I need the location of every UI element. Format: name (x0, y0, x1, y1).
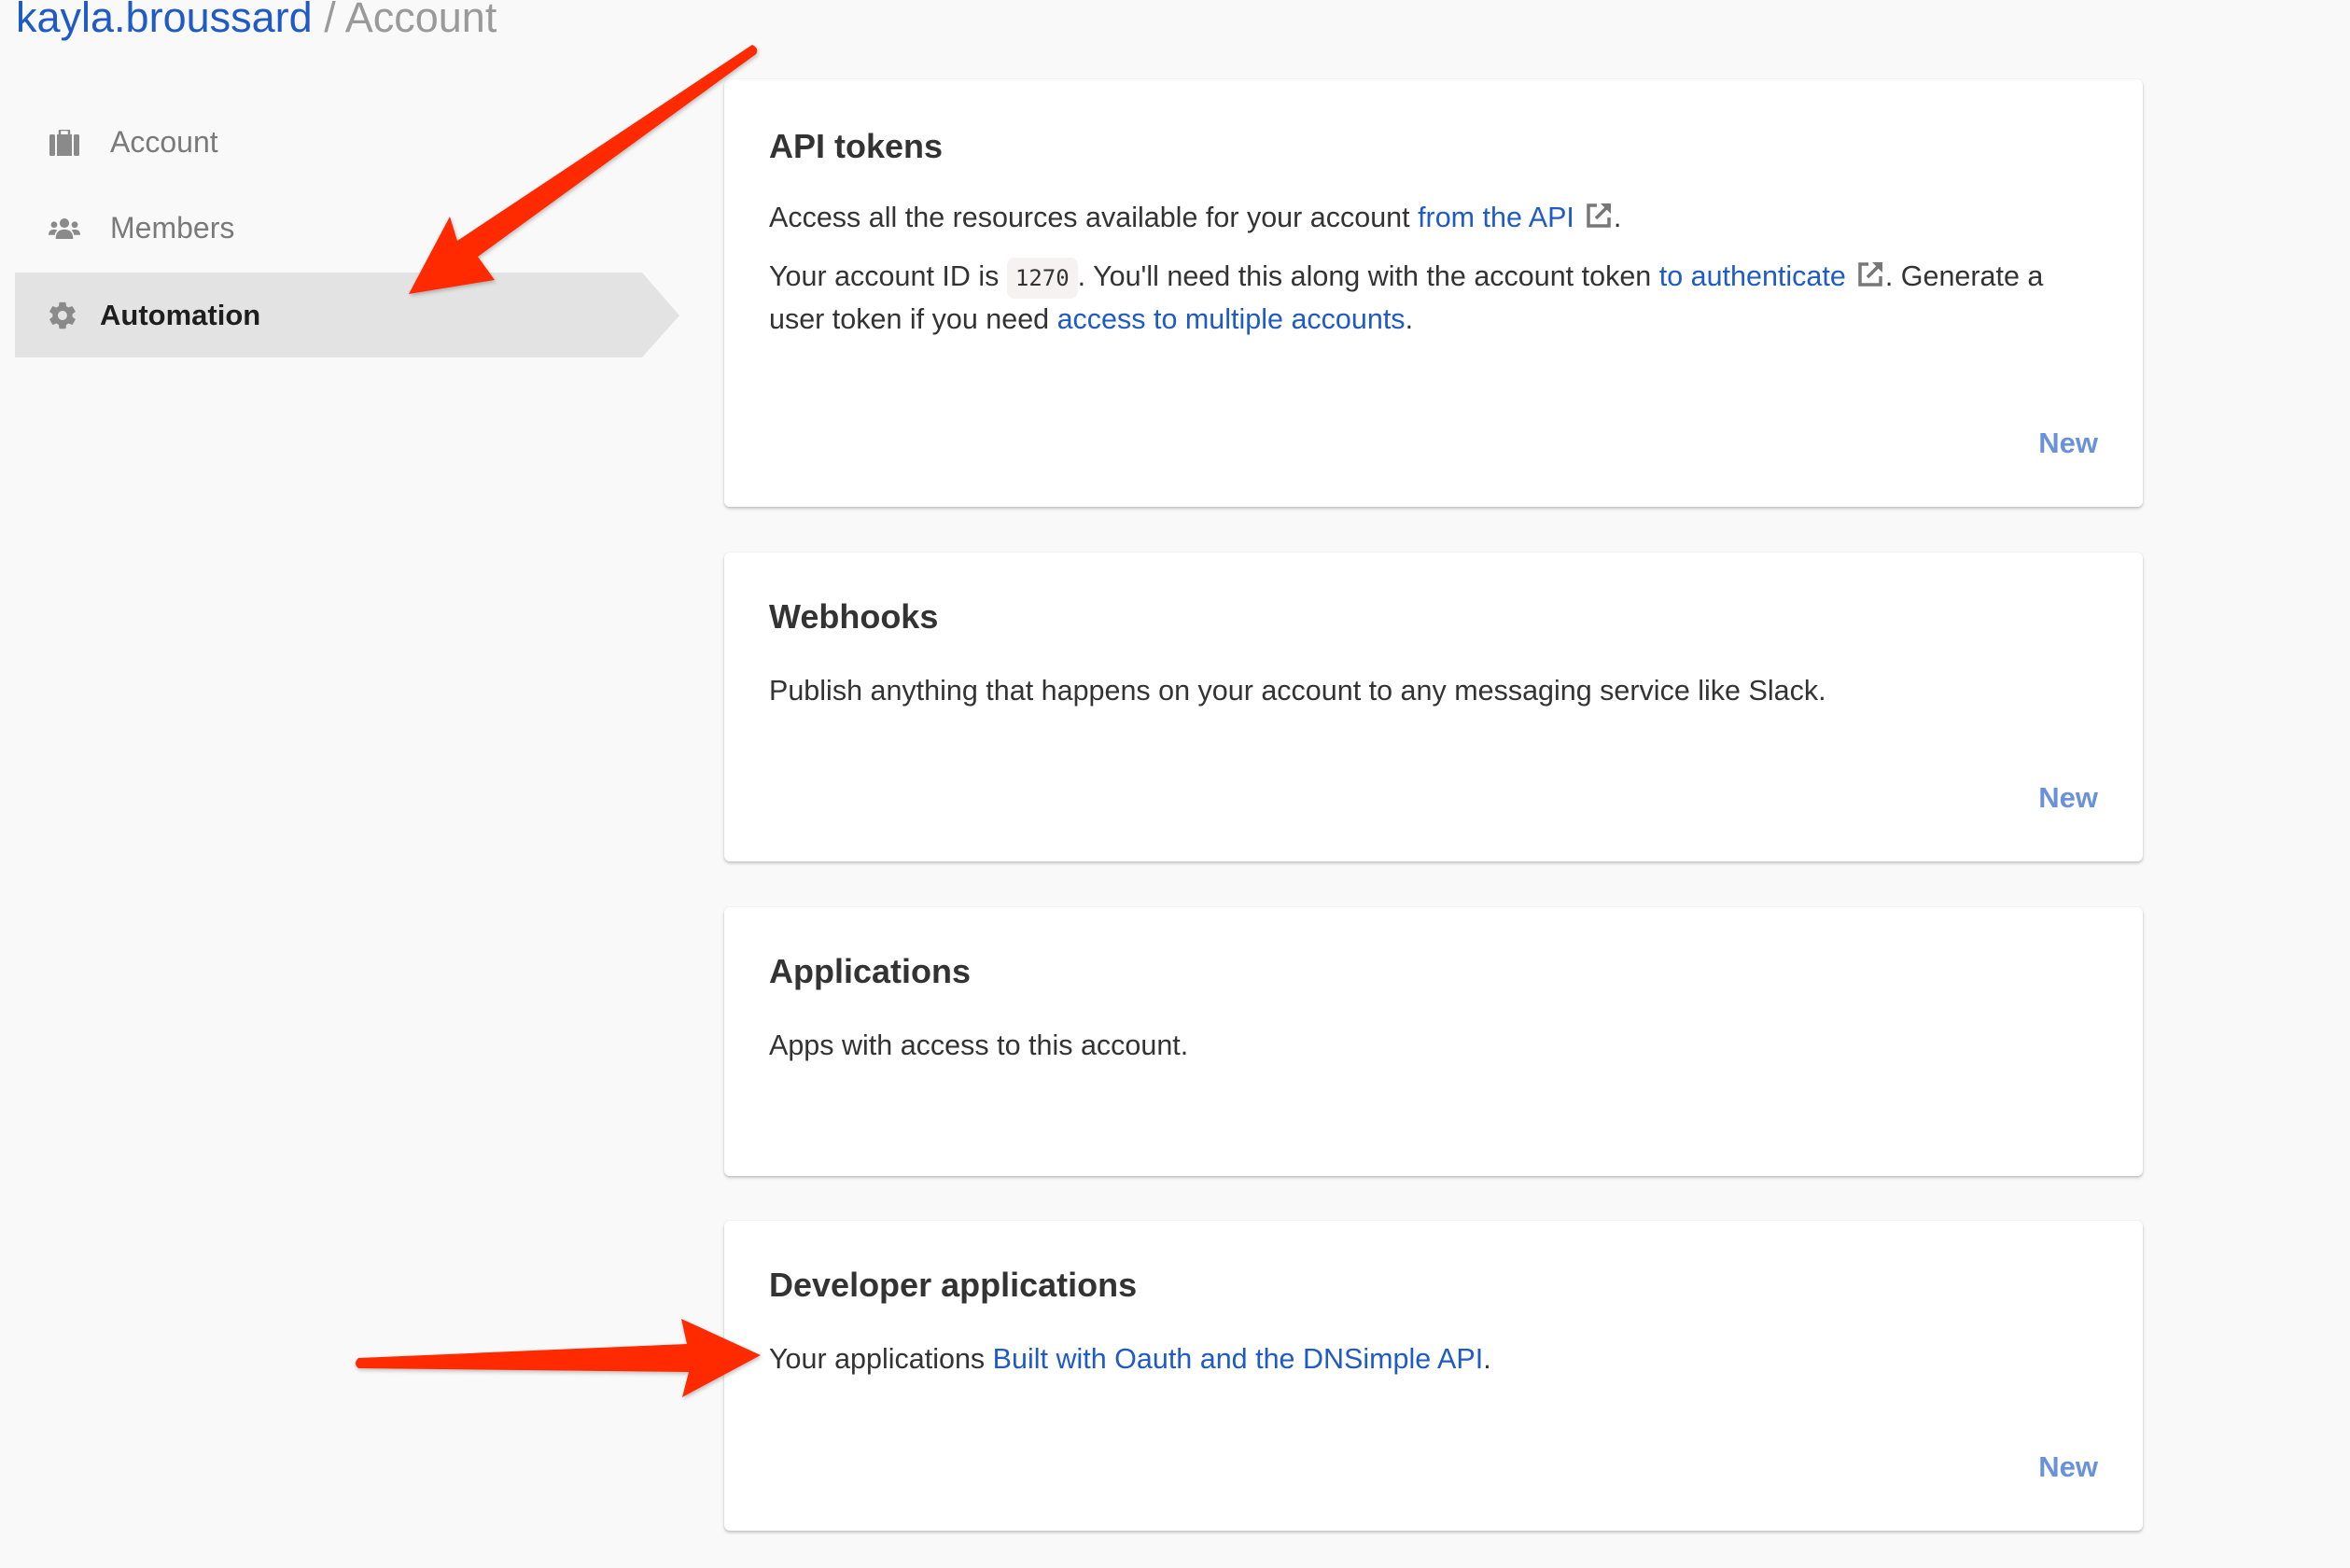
text: Access all the resources available for y… (769, 202, 1419, 233)
applications-card: Applications Apps with access to this ac… (724, 907, 2143, 1176)
card-title: API tokens (769, 127, 944, 165)
briefcase-icon (49, 127, 80, 159)
card-title: Developer applications (769, 1266, 1138, 1304)
new-developer-application-button[interactable]: New (2038, 1450, 2098, 1484)
text: Your applications (769, 1343, 993, 1375)
account-id-code: 1270 (1006, 258, 1078, 299)
api-tokens-card: API tokens Access all the resources avai… (724, 79, 2143, 507)
new-webhook-button[interactable]: New (2038, 781, 2098, 815)
text: . (1613, 202, 1622, 233)
developer-applications-card: Developer applications Your applications… (724, 1221, 2143, 1531)
developer-applications-description: Your applications Built with Oauth and t… (769, 1338, 2098, 1379)
card-description: Apps with access to this account. (769, 1025, 2098, 1084)
card-title: Webhooks (769, 597, 939, 636)
card-title: Applications (769, 952, 972, 990)
text: . (1483, 1343, 1491, 1375)
external-link-icon (1584, 201, 1614, 231)
webhooks-card: Webhooks Publish anything that happens o… (724, 553, 2143, 861)
sidebar-item-account[interactable]: Account (15, 100, 679, 185)
breadcrumb: kayla.broussard / Account (16, 0, 497, 43)
text: . You'll need this along with the accoun… (1077, 260, 1659, 292)
sidebar-item-label: Automation (100, 298, 261, 331)
text: Your account ID is (769, 260, 1007, 292)
oauth-dnsimple-api-link[interactable]: Built with Oauth and the DNSimple API (993, 1343, 1484, 1375)
access-multiple-accounts-link[interactable]: access to multiple accounts (1057, 303, 1406, 335)
sidebar-item-label: Members (110, 211, 235, 245)
sidebar-item-automation[interactable]: Automation (15, 273, 679, 357)
api-access-paragraph: Access all the resources available for y… (769, 197, 2098, 238)
sidebar-item-label: Account (110, 125, 218, 159)
applications-description: Apps with access to this account. (769, 1029, 1189, 1061)
sidebar-item-members[interactable]: Members (15, 186, 679, 271)
from-the-api-link[interactable]: from the API (1418, 202, 1574, 233)
account-id-paragraph: Your account ID is 1270. You'll need thi… (769, 256, 2098, 340)
card-description: Access all the resources available for y… (769, 197, 2098, 357)
webhooks-description: Publish anything that happens on your ac… (769, 675, 1826, 707)
text: . (1405, 303, 1414, 335)
card-description: Your applications Built with Oauth and t… (769, 1338, 2098, 1397)
card-description: Publish anything that happens on your ac… (769, 670, 2098, 729)
new-api-token-button[interactable]: New (2038, 427, 2098, 460)
external-link-icon (1855, 259, 1885, 289)
annotation-arrow-developer-apps (356, 1319, 761, 1397)
breadcrumb-separator: / (324, 0, 336, 41)
to-authenticate-link[interactable]: to authenticate (1659, 260, 1846, 292)
breadcrumb-user-link[interactable]: kayla.broussard (16, 0, 313, 41)
users-icon (49, 213, 80, 245)
breadcrumb-current: Account (344, 0, 497, 41)
gear-icon (47, 300, 78, 331)
